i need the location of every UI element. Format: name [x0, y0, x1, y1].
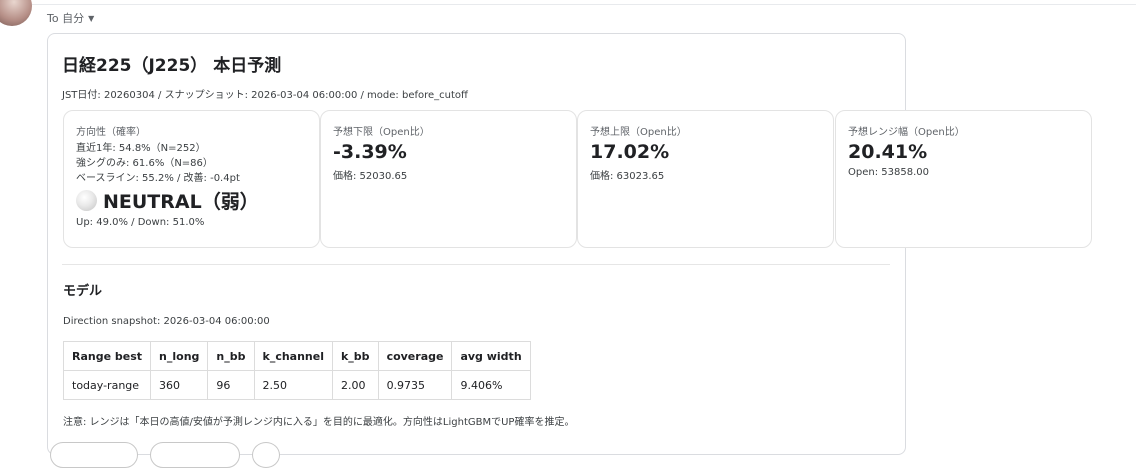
recipient-label: To 自分 [47, 12, 85, 25]
cell-k-channel: 2.50 [253, 370, 333, 400]
upper-bound-label: 予想上限（Open比） [590, 127, 687, 138]
table-row: today-range 360 96 2.50 2.00 0.9735 9.40… [62, 370, 531, 400]
lower-bound-card: 予想下限（Open比） -3.39% 価格: 52030.65 [320, 110, 577, 248]
upper-bound-card: 予想上限（Open比） 17.02% 価格: 63023.65 [577, 110, 834, 248]
neutral-circle-icon [76, 190, 97, 211]
model-section-title: モデル [63, 284, 103, 299]
range-width-label: 予想レンジ幅（Open比） [848, 127, 965, 138]
range-width-value: 20.41% [848, 141, 928, 163]
report-title: 日経225（J225） 本日予測 [62, 56, 282, 76]
direction-line-1year: 直近1年: 54.8%（N=252） [76, 143, 206, 154]
lower-bound-value: -3.39% [333, 141, 407, 163]
section-divider [62, 264, 890, 265]
lower-bound-label: 予想下限（Open比） [333, 127, 430, 138]
direction-label: 方向性（確率） [76, 127, 146, 138]
model-table: Range best n_long n_bb k_channel k_bb co… [62, 341, 531, 400]
cell-n-long: 360 [150, 370, 209, 400]
top-divider [0, 4, 1136, 5]
report-meta: JST日付: 20260304 / スナップショット: 2026-03-04 0… [62, 90, 468, 101]
header-k-bb: k_bb [331, 341, 379, 371]
upper-bound-value: 17.02% [590, 141, 670, 163]
header-avg-width: avg width [451, 341, 531, 371]
avatar[interactable] [0, 0, 32, 26]
upper-bound-price: 価格: 63023.65 [590, 171, 665, 182]
header-k-channel: k_channel [253, 341, 333, 371]
range-width-card: 予想レンジ幅（Open比） 20.41% Open: 53858.00 [835, 110, 1092, 248]
header-n-bb: n_bb [207, 341, 255, 371]
lower-bound-price: 価格: 52030.65 [333, 171, 408, 182]
cell-coverage: 0.9735 [377, 370, 453, 400]
header-n-long: n_long [150, 341, 209, 371]
cell-range-best: today-range [62, 370, 152, 400]
cell-k-bb: 2.00 [331, 370, 379, 400]
header-coverage: coverage [377, 341, 453, 371]
direction-signal: NEUTRAL（弱） [76, 187, 307, 214]
model-note: 注意: レンジは「本日の高値/安値が予測レンジ内に入る」を目的に最適化。方向性は… [63, 417, 575, 428]
table-header-row: Range best n_long n_bb k_channel k_bb co… [62, 341, 531, 371]
recipient-selector[interactable]: To 自分 ▼ [47, 10, 94, 26]
cell-avg-width: 9.406% [451, 370, 531, 400]
direction-line-baseline: ベースライン: 55.2% / 改善: -0.4pt [76, 173, 240, 184]
direction-updown: Up: 49.0% / Down: 51.0% [76, 217, 205, 228]
direction-card: 方向性（確率） 直近1年: 54.8%（N=252） 強シグのみ: 61.6%（… [63, 110, 320, 248]
range-width-open: Open: 53858.00 [848, 167, 929, 178]
cell-n-bb: 96 [207, 370, 255, 400]
header-range-best: Range best [62, 341, 152, 371]
direction-signal-text: NEUTRAL（弱） [103, 191, 259, 213]
direction-line-strong: 強シグのみ: 61.6%（N=86） [76, 158, 213, 169]
caret-down-icon[interactable]: ▼ [88, 14, 94, 23]
direction-snapshot: Direction snapshot: 2026-03-04 06:00:00 [63, 316, 270, 327]
